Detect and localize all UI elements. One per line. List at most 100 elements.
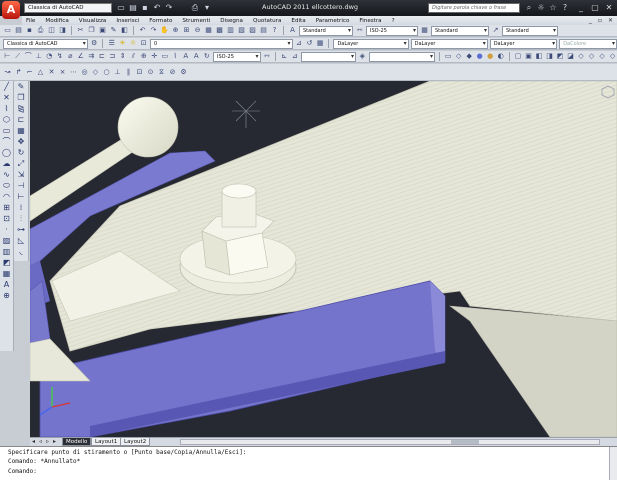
dim-break-icon[interactable]: ⫽: [129, 52, 138, 61]
doc-restore-button[interactable]: ▫: [598, 17, 602, 24]
join-icon[interactable]: ⊶: [15, 225, 27, 235]
snap-perpendicular-icon[interactable]: ⊥: [113, 68, 122, 77]
save-icon[interactable]: ▪: [25, 26, 34, 35]
jogged-linear-icon[interactable]: ⌇: [171, 52, 180, 61]
ellipse-arc-icon[interactable]: ◠: [1, 192, 13, 202]
radius-icon[interactable]: ◔: [45, 52, 54, 61]
scale-icon[interactable]: ⤢: [15, 159, 27, 169]
dim-space-icon[interactable]: ⇕: [119, 52, 128, 61]
close-button[interactable]: ✕: [603, 2, 615, 13]
menu-help[interactable]: ?: [392, 18, 395, 24]
move-icon[interactable]: ✥: [15, 137, 27, 147]
help-icon[interactable]: ?: [270, 26, 279, 35]
design-center-icon[interactable]: ▩: [215, 26, 224, 35]
doc-minimize-button[interactable]: _: [589, 17, 592, 24]
hidden-icon[interactable]: ◆: [465, 52, 474, 61]
redo-icon[interactable]: ↷: [164, 3, 174, 13]
wireframe-3d-icon[interactable]: ◇: [454, 52, 463, 61]
snap-quadrant-icon[interactable]: ◇: [91, 68, 100, 77]
conceptual-icon[interactable]: ●: [486, 52, 495, 61]
menu-file[interactable]: File: [26, 18, 35, 24]
right-view-icon[interactable]: ◨: [545, 52, 554, 61]
menu-visualizza[interactable]: Visualizza: [79, 18, 107, 24]
region-icon[interactable]: ◩: [1, 258, 13, 268]
snap-nearest-icon[interactable]: ⧖: [157, 68, 166, 77]
snap-extension-icon[interactable]: ⋯: [69, 68, 78, 77]
text-style-dropdown[interactable]: Standard: [299, 25, 353, 36]
snap-midpoint-icon[interactable]: △: [36, 68, 45, 77]
ordinate-icon[interactable]: ⊥: [35, 52, 44, 61]
arc-length-icon[interactable]: ⌒: [24, 52, 33, 61]
communication-center-icon[interactable]: ☼: [536, 3, 546, 13]
revision-cloud-icon[interactable]: ☁: [1, 159, 13, 169]
calculator-icon[interactable]: ▤: [259, 26, 268, 35]
break-icon[interactable]: ⫶: [15, 214, 27, 224]
snap-tangent-icon[interactable]: ○: [102, 68, 111, 77]
baseline-icon[interactable]: ⊏: [98, 52, 107, 61]
rectangle-icon[interactable]: ▭: [1, 126, 13, 136]
polyline-icon[interactable]: ⌇: [1, 104, 13, 114]
spline-icon[interactable]: ∿: [1, 170, 13, 180]
tool-palettes-icon[interactable]: ▥: [226, 26, 235, 35]
make-current-layer-icon[interactable]: ⊿: [295, 39, 304, 48]
osnap-settings-icon[interactable]: ⚙: [179, 68, 188, 77]
quick-dim-icon[interactable]: ⇉: [87, 52, 96, 61]
snap-apparent-icon[interactable]: ⨯: [58, 68, 67, 77]
front-view-icon[interactable]: ◩: [556, 52, 565, 61]
save-icon[interactable]: ▪: [140, 3, 150, 13]
workspace-dropdown[interactable]: Classica di AutoCAD: [24, 3, 112, 13]
dim-edit-icon[interactable]: A: [182, 52, 191, 61]
maximize-button[interactable]: ▢: [589, 2, 601, 13]
copy-icon[interactable]: ❐: [87, 26, 96, 35]
layer-dropdown[interactable]: 0: [150, 38, 293, 49]
table-icon[interactable]: ▦: [1, 269, 13, 279]
tab-layout1[interactable]: Layout1: [91, 438, 122, 446]
ucs-icon[interactable]: ⊾: [280, 52, 289, 61]
prev-tab-arrow[interactable]: ◃: [39, 438, 42, 446]
open-icon[interactable]: ▤: [14, 26, 23, 35]
arc-icon[interactable]: ⌒: [1, 137, 13, 147]
array-icon[interactable]: ▦: [15, 126, 27, 136]
command-line[interactable]: Specificare punto di stiramento o [Punto…: [0, 446, 617, 480]
mirror-icon[interactable]: ⧎: [15, 104, 27, 114]
view-icon[interactable]: ◈: [358, 52, 367, 61]
ucs-combo[interactable]: [300, 51, 357, 62]
top-view-icon[interactable]: ▢: [514, 52, 523, 61]
angular-icon[interactable]: ∠: [77, 52, 86, 61]
new-icon[interactable]: ▭: [3, 26, 12, 35]
ne-iso-icon[interactable]: ◇: [598, 52, 607, 61]
diameter-icon[interactable]: ⌀: [66, 52, 75, 61]
properties-icon[interactable]: ▦: [204, 26, 213, 35]
snap-intersection-icon[interactable]: ✕: [47, 68, 56, 77]
next-tab-arrow[interactable]: ▹: [46, 438, 49, 446]
menu-formato[interactable]: Formato: [149, 18, 172, 24]
menu-parametrico[interactable]: Parametrico: [316, 18, 350, 24]
publish-icon[interactable]: ◨: [58, 26, 67, 35]
markup-icon[interactable]: ▨: [248, 26, 257, 35]
polygon-icon[interactable]: ⬡: [1, 115, 13, 125]
wireframe-2d-icon[interactable]: ▭: [444, 52, 453, 61]
cut-icon[interactable]: ✂: [76, 26, 85, 35]
undo-icon[interactable]: ↶: [138, 26, 147, 35]
menu-inserisci[interactable]: Inserisci: [116, 18, 139, 24]
dim-style-combo[interactable]: ISO-25: [213, 51, 261, 62]
sw-iso-icon[interactable]: ◇: [577, 52, 586, 61]
layer-state-icon[interactable]: ▦: [316, 39, 325, 48]
snap-parallel-icon[interactable]: ∥: [124, 68, 133, 77]
quick-access-dropdown-icon[interactable]: ▾: [202, 3, 212, 13]
bottom-view-icon[interactable]: ▣: [524, 52, 533, 61]
menu-quotatura[interactable]: Quotatura: [253, 18, 281, 24]
menu-edita[interactable]: Edita: [291, 18, 305, 24]
table-style-dropdown[interactable]: Standard: [431, 25, 489, 36]
snap-node-icon[interactable]: ⊙: [146, 68, 155, 77]
search-input[interactable]: Digitare parola chiave o frase: [428, 3, 520, 13]
minimize-button[interactable]: _: [575, 2, 587, 13]
insert-block-icon[interactable]: ⊞: [1, 203, 13, 213]
workspace-settings-icon[interactable]: ⚙: [90, 39, 99, 48]
layer-previous-icon[interactable]: ↺: [305, 39, 314, 48]
first-tab-arrow[interactable]: ◂: [32, 438, 35, 446]
new-file-icon[interactable]: ▭: [116, 3, 126, 13]
jogged-icon[interactable]: ↯: [56, 52, 65, 61]
aligned-dim-icon[interactable]: ⟋: [14, 52, 23, 61]
add-selected-icon[interactable]: ⊕: [1, 291, 13, 301]
